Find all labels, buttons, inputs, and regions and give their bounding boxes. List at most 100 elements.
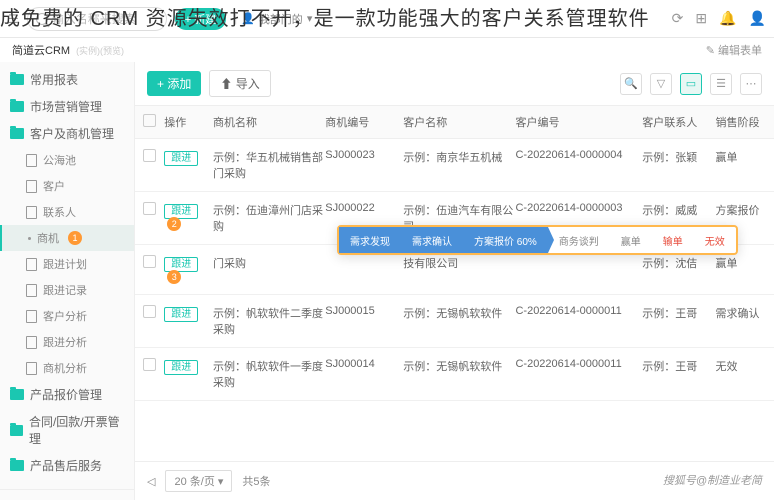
folder-icon	[10, 128, 24, 139]
avatar-icon[interactable]: 👤	[749, 10, 766, 27]
sidebar-item-contract[interactable]: 合同/回款/开票管理	[0, 408, 134, 452]
page-prev[interactable]: ◁	[147, 475, 155, 488]
sidebar-item-customers[interactable]: 客户及商机管理	[0, 120, 134, 147]
checkbox[interactable]	[143, 149, 156, 162]
stage-step[interactable]: 无效	[694, 227, 736, 253]
checkbox-all[interactable]	[143, 114, 156, 127]
table-row[interactable]: 跟进2 示例：伍迪漳州门店采购 SJ000022 示例：伍迪汽车有限公司 C-2…	[135, 192, 774, 245]
edit-form-button[interactable]: ✎ 编辑表单	[706, 42, 762, 58]
add-button[interactable]: + 添加	[147, 71, 201, 96]
push-button[interactable]: 跟进	[164, 204, 198, 219]
th-op: 操作	[164, 114, 213, 130]
doc-icon	[26, 258, 37, 271]
page-size-select[interactable]: 20 条/页 ▾	[165, 470, 232, 492]
checkbox[interactable]	[143, 255, 156, 268]
folder-icon	[10, 460, 24, 471]
page-total: 共5条	[242, 473, 270, 489]
sidebar-item-record[interactable]: 跟进记录	[0, 277, 134, 303]
table-row[interactable]: 跟进 示例：帆软软件一季度采购 SJ000014 示例：无锡帆软软件 C-202…	[135, 348, 774, 401]
sidebar-item-contact[interactable]: 联系人	[0, 199, 134, 225]
cell-ccode: C-20220614-0000011	[515, 358, 642, 390]
th-ccode: 客户编号	[515, 114, 642, 130]
cell-contact: 示例：沈佶	[642, 255, 715, 284]
sidebar-item-follow-analysis[interactable]: 跟进分析	[0, 329, 134, 355]
sidebar-item-cust-analysis[interactable]: 客户分析	[0, 303, 134, 329]
th-cust: 客户名称	[403, 114, 515, 130]
cell-contact: 示例：张颖	[642, 149, 715, 181]
cell-code: SJ000023	[325, 149, 403, 181]
more-icon[interactable]: ⋯	[740, 73, 762, 95]
bell-icon[interactable]: 🔔	[719, 10, 736, 27]
cell-stage: 需求确认	[715, 305, 774, 337]
search-icon[interactable]: 🔍	[620, 73, 642, 95]
checkbox[interactable]	[143, 358, 156, 371]
push-button[interactable]: 跟进	[164, 307, 198, 322]
cell-name: 示例：伍迪漳州门店采购	[213, 202, 325, 234]
row-badge: 2	[167, 217, 181, 231]
sidebar-item-customer[interactable]: 客户	[0, 173, 134, 199]
main-content: + 添加 ⬆ 导入 🔍 ▽ ▭ ☰ ⋯ 操作 商机名称 商机编号 客户名称	[135, 62, 774, 500]
sidebar-item-pool[interactable]: 公海池	[0, 147, 134, 173]
stage-step[interactable]: 商务谈判	[548, 227, 610, 253]
cell-code: SJ000014	[325, 358, 403, 390]
sidebar-item-opp-analysis[interactable]: 商机分析	[0, 355, 134, 381]
card-view-icon[interactable]: ▭	[680, 73, 702, 95]
cell-code: SJ000015	[325, 305, 403, 337]
edit-form-label: 编辑表单	[718, 42, 762, 58]
doc-icon	[26, 362, 37, 375]
cell-ccode	[515, 255, 642, 284]
stage-step[interactable]: 方案报价 60%	[463, 227, 548, 253]
sidebar-item-reports[interactable]: 常用报表	[0, 66, 134, 93]
upload-icon: ⬆	[220, 77, 235, 91]
cell-contact: 示例：王哥	[642, 358, 715, 390]
th-contact: 客户联系人	[642, 114, 715, 130]
doc-icon	[26, 154, 37, 167]
filter-icon[interactable]: ▽	[650, 73, 672, 95]
sidebar-item-plan[interactable]: 跟进计划	[0, 251, 134, 277]
sidebar-item-opportunity[interactable]: 商机1	[0, 225, 134, 251]
th-stage: 销售阶段	[715, 114, 774, 130]
stage-step[interactable]: 输单	[652, 227, 694, 253]
doc-icon	[26, 206, 37, 219]
cell-contact: 示例：王哥	[642, 305, 715, 337]
cell-cust: 示例：无锡帆软软件	[403, 358, 515, 390]
row-badge: 3	[167, 270, 181, 284]
table-row[interactable]: 跟进 示例：帆软软件二季度采购 SJ000015 示例：无锡帆软软件 C-202…	[135, 295, 774, 348]
apps-icon[interactable]: ⊞	[695, 10, 707, 27]
push-button[interactable]: 跟进	[164, 360, 198, 375]
checkbox[interactable]	[143, 305, 156, 318]
checkbox[interactable]	[143, 202, 156, 215]
table-header: 操作 商机名称 商机编号 客户名称 客户编号 客户联系人 销售阶段	[135, 105, 774, 139]
table-row[interactable]: 跟进 示例：华五机械销售部门采购 SJ000023 示例：南京华五机械 C-20…	[135, 139, 774, 192]
overlay-title: 成免费的 CRM 资源失效打不开，是一款功能强大的客户关系管理软件	[0, 2, 650, 31]
push-button[interactable]: 跟进	[164, 151, 198, 166]
app-window: ☰ 输入名称来搜索 + 新建 | 👤 我部门的 ▾ ⟳ ⊞ 🔔 👤 简道云CRM…	[0, 0, 774, 500]
folder-icon	[10, 425, 23, 436]
data-table: 操作 商机名称 商机编号 客户名称 客户编号 客户联系人 销售阶段 跟进 示例：…	[135, 105, 774, 461]
product-name: 简道云CRM	[12, 42, 70, 58]
th-name: 商机名称	[213, 114, 325, 130]
stage-step[interactable]: 需求确认	[401, 227, 463, 253]
sidebar-item-service[interactable]: 产品售后服务	[0, 452, 134, 479]
folder-icon	[10, 389, 24, 400]
pencil-icon: ✎	[706, 44, 715, 57]
dot-icon	[28, 237, 31, 240]
doc-icon	[26, 336, 37, 349]
import-button[interactable]: ⬆ 导入	[209, 70, 270, 97]
push-button[interactable]: 跟进	[164, 257, 198, 272]
sidebar-item-pricing[interactable]: 产品报价管理	[0, 381, 134, 408]
th-code: 商机编号	[325, 114, 403, 130]
folder-icon	[10, 101, 24, 112]
history-icon[interactable]: ⟳	[672, 10, 684, 27]
stage-step[interactable]: 需求发现	[339, 227, 401, 253]
cell-name: 示例：华五机械销售部门采购	[213, 149, 325, 181]
sidebar-item-marketing[interactable]: 市场营销管理	[0, 93, 134, 120]
cell-stage: 赢单	[715, 255, 774, 284]
cell-code	[325, 255, 403, 284]
stage-popover: 需求发现需求确认方案报价 60%商务谈判赢单输单无效	[337, 225, 738, 255]
stage-step[interactable]: 赢单	[610, 227, 652, 253]
list-view-icon[interactable]: ☰	[710, 73, 732, 95]
cell-cust: 示例：南京华五机械	[403, 149, 515, 181]
sidebar-admin[interactable]: ⚙管理后台	[0, 489, 134, 500]
cell-name: 示例：帆软软件一季度采购	[213, 358, 325, 390]
